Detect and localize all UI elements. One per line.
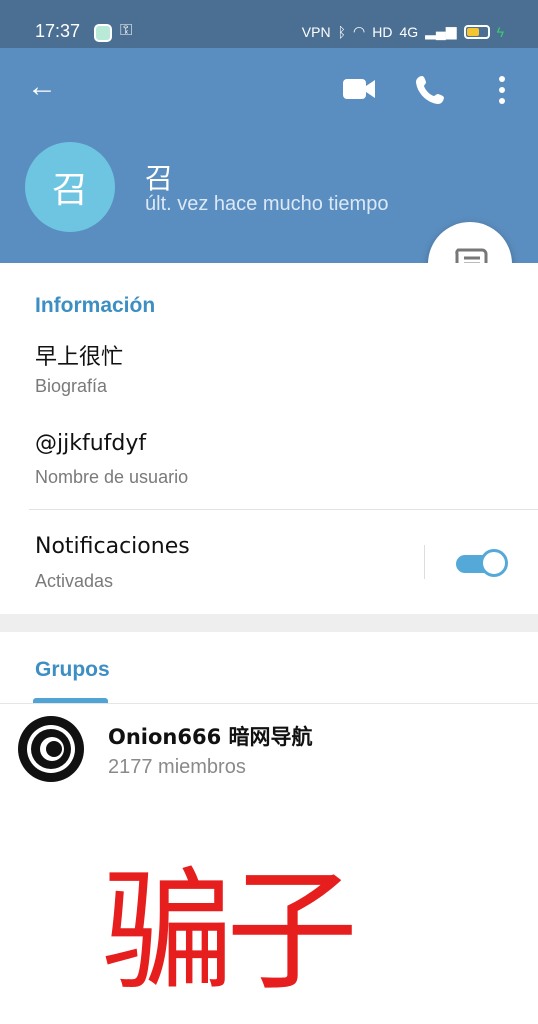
row-divider	[29, 509, 538, 510]
vpn-icon: VPN	[301, 23, 331, 40]
headphones-icon: ◠	[352, 23, 366, 39]
onion-group-icon	[18, 716, 84, 782]
hd-icon: HD	[372, 23, 393, 40]
bio-value[interactable]: 早上很忙	[35, 339, 123, 371]
bluetooth-icon: ᛒ	[337, 23, 346, 40]
profile-name: 召	[145, 162, 174, 195]
app-notification-icon	[94, 24, 112, 42]
last-seen-status: últ. vez hace mucho tiempo	[145, 193, 389, 215]
groups-tab[interactable]: Grupos	[35, 658, 110, 682]
red-overlay-text: 骗子	[102, 855, 358, 1009]
battery-icon	[463, 24, 490, 39]
signal-icon: ▂▄▆	[425, 23, 457, 39]
username-label: Nombre de usuario	[35, 467, 189, 487]
profile-avatar[interactable]: 召	[25, 142, 115, 232]
section-separator	[0, 614, 538, 632]
avatar-letter: 召	[51, 170, 88, 211]
key-icon: ⚿	[120, 22, 133, 39]
toggle-divider	[424, 545, 425, 579]
bio-label: Biografía	[35, 376, 108, 396]
group-name: Onion666 暗网导航	[108, 725, 313, 749]
groups-divider	[0, 703, 538, 704]
network-type: 4G	[399, 23, 419, 40]
information-title: Información	[35, 294, 156, 317]
more-options-icon[interactable]	[488, 74, 516, 106]
back-arrow-icon[interactable]: ←	[25, 70, 59, 104]
group-member-count: 2177 miembros	[108, 756, 246, 778]
notifications-label: Activadas	[35, 571, 114, 591]
notifications-value[interactable]: Notificaciones	[35, 534, 190, 559]
username-value[interactable]: @jjkfufdyf	[35, 431, 146, 456]
phone-call-icon[interactable]	[414, 74, 446, 106]
notifications-toggle[interactable]	[456, 549, 508, 577]
charging-icon: ϟ	[496, 23, 504, 40]
information-section: Información 早上很忙 Biografía @jjkfufdyf No…	[0, 263, 538, 614]
status-indicators: VPN ᛒ ◠ HD 4G ▂▄▆ ϟ	[302, 23, 504, 40]
status-bar: 17:37 ⚿ VPN ᛒ ◠ HD 4G ▂▄▆ ϟ	[0, 0, 538, 48]
status-time: 17:37	[35, 21, 81, 41]
toggle-knob	[480, 549, 508, 577]
video-call-icon[interactable]	[342, 78, 376, 100]
